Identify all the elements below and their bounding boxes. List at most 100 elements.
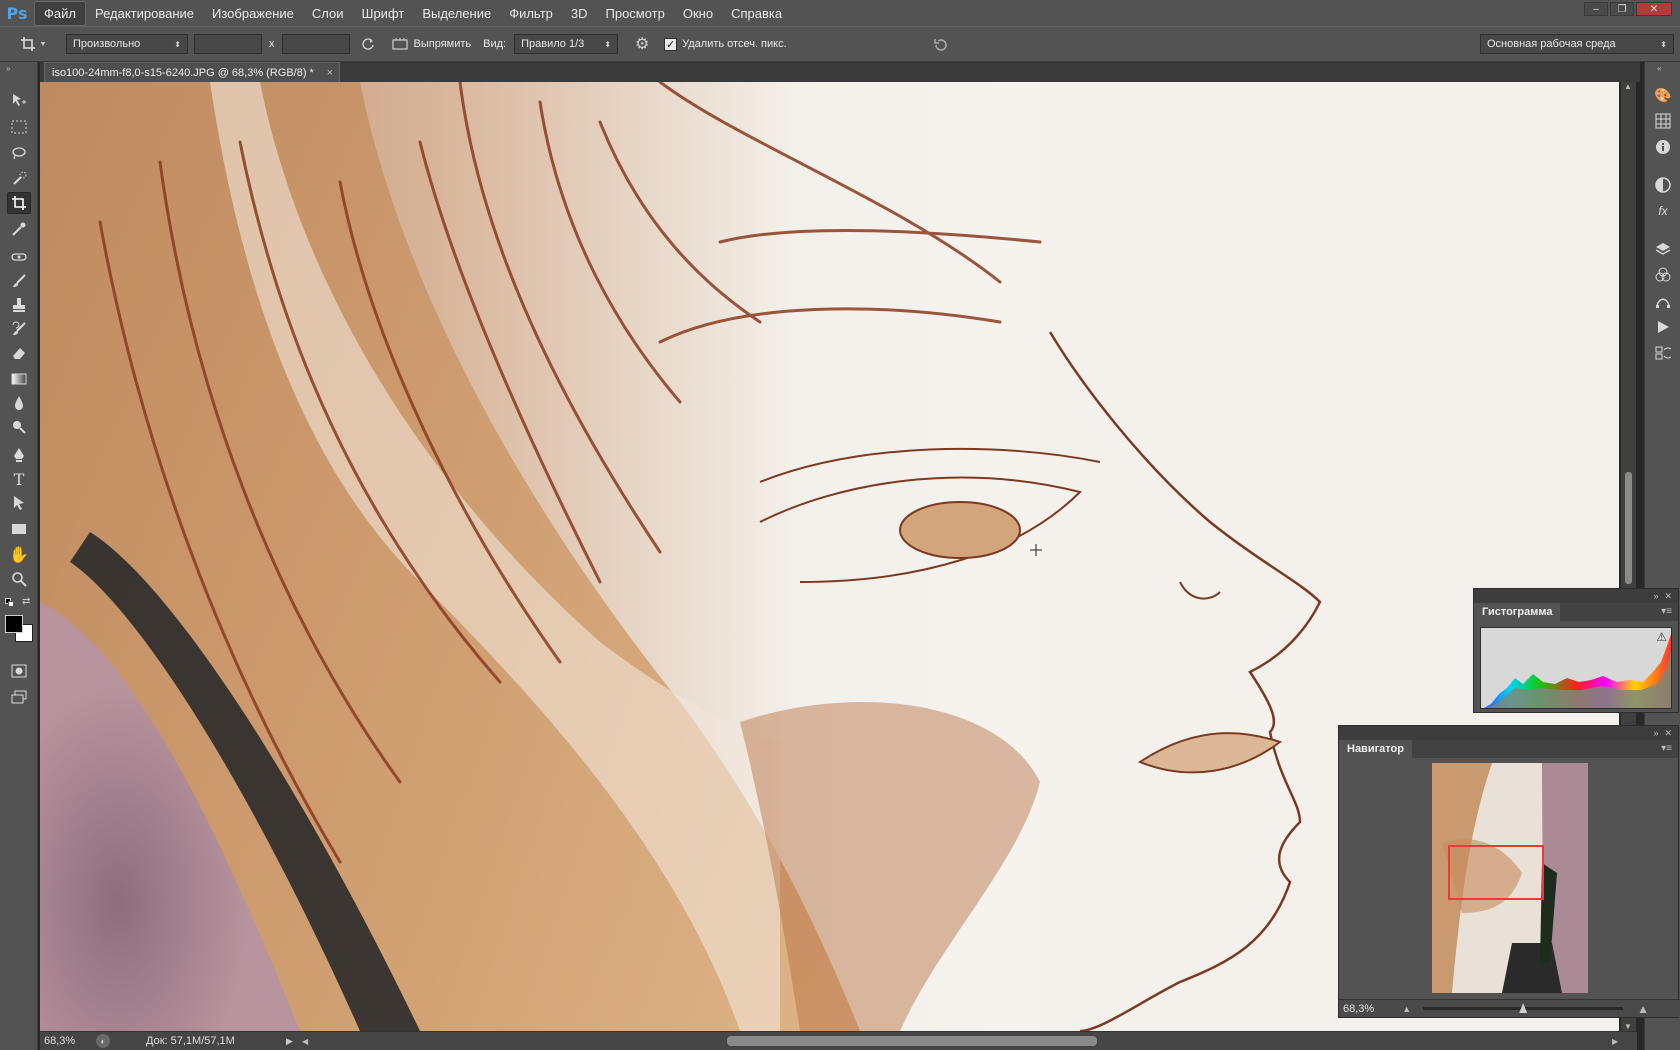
eyedropper-tool-icon[interactable] bbox=[7, 218, 31, 240]
settings-gear-icon[interactable]: ⚙ bbox=[628, 32, 656, 56]
marquee-tool-icon[interactable] bbox=[7, 116, 31, 138]
type-tool-icon[interactable]: T bbox=[7, 468, 31, 490]
panel-menu-icon[interactable]: ▾≡ bbox=[1661, 743, 1672, 754]
cache-warning-icon[interactable]: ⚠ bbox=[1656, 630, 1667, 644]
panel-header: » ✕ bbox=[1474, 589, 1678, 603]
quick-selection-tool-icon[interactable] bbox=[7, 168, 31, 190]
status-menu-arrow-icon[interactable]: ▶ bbox=[286, 1036, 293, 1047]
status-zoom[interactable]: 68,3% bbox=[44, 1035, 92, 1047]
actions-play-icon[interactable] bbox=[1651, 316, 1675, 338]
menu-file[interactable]: Файл bbox=[34, 0, 86, 26]
menu-view[interactable]: Просмотр bbox=[597, 2, 674, 25]
zoom-tool-icon[interactable] bbox=[7, 568, 31, 590]
zoom-in-icon[interactable]: ▲ bbox=[1637, 1002, 1649, 1016]
document-tab[interactable]: iso100-24mm-f8,0-s15-6240.JPG @ 68,3% (R… bbox=[44, 62, 340, 82]
panel-collapse-icon[interactable]: » bbox=[1653, 728, 1658, 738]
menu-window[interactable]: Окно bbox=[674, 2, 722, 25]
navigator-panel: » ✕ Навигатор ▾≡ 68,3% ▲ ▲ bbox=[1338, 725, 1680, 1018]
menu-image[interactable]: Изображение bbox=[203, 2, 303, 25]
scroll-right-icon[interactable]: ▶ bbox=[1612, 1037, 1618, 1046]
workspace-select[interactable]: Основная рабочая среда ⬍ bbox=[1480, 34, 1674, 54]
panel-collapse-icon[interactable]: » bbox=[6, 64, 10, 73]
default-colors-icon[interactable] bbox=[5, 598, 15, 608]
ratio-select[interactable]: Произвольно ⬍ bbox=[66, 34, 188, 54]
navigator-view-box[interactable] bbox=[1448, 845, 1544, 900]
menu-3d[interactable]: 3D bbox=[562, 2, 597, 25]
scroll-left-icon[interactable]: ◀ bbox=[302, 1037, 308, 1046]
vertical-scroll-thumb[interactable] bbox=[1625, 472, 1632, 584]
height-field[interactable] bbox=[281, 34, 350, 54]
zoom-out-icon[interactable]: ▲ bbox=[1402, 1004, 1411, 1014]
panel-close-icon[interactable]: ✕ bbox=[1664, 591, 1672, 602]
menu-help[interactable]: Справка bbox=[722, 2, 791, 25]
navigator-zoom-value[interactable]: 68,3% bbox=[1343, 1003, 1374, 1015]
dock-collapse-icon[interactable]: « bbox=[1657, 64, 1661, 73]
panel-menu-icon[interactable]: ▾≡ bbox=[1661, 606, 1672, 617]
zoom-slider-thumb[interactable] bbox=[1519, 1003, 1528, 1013]
tab-close-icon[interactable]: × bbox=[327, 67, 333, 79]
swatches-icon[interactable]: 🎨 bbox=[1651, 84, 1675, 106]
navigator-zoom-slider[interactable] bbox=[1423, 1003, 1624, 1013]
dodge-tool-icon[interactable] bbox=[7, 416, 31, 438]
menu-edit[interactable]: Редактирование bbox=[86, 2, 203, 25]
scroll-down-icon[interactable]: ▼ bbox=[1624, 1022, 1632, 1031]
delete-cropped-label: Удалить отсеч. пикс. bbox=[682, 38, 787, 50]
paths-icon[interactable] bbox=[1651, 290, 1675, 312]
scroll-up-icon[interactable]: ▲ bbox=[1624, 82, 1632, 91]
window-controls: – ❐ ✕ bbox=[1584, 2, 1672, 16]
lasso-tool-icon[interactable] bbox=[7, 142, 31, 164]
clone-stamp-tool-icon[interactable] bbox=[7, 294, 31, 316]
screen-mode-icon[interactable] bbox=[7, 686, 31, 708]
info-icon[interactable] bbox=[1651, 136, 1675, 158]
panel-collapse-icon[interactable]: » bbox=[1653, 591, 1658, 601]
rectangle-tool-icon[interactable] bbox=[7, 518, 31, 540]
crop-tool-icon[interactable] bbox=[7, 192, 31, 214]
navigator-thumbnail[interactable] bbox=[1432, 763, 1588, 993]
panel-tab-row: Навигатор ▾≡ bbox=[1339, 740, 1678, 758]
checkbox-check-icon: ✓ bbox=[664, 37, 678, 51]
times-label: x bbox=[269, 38, 275, 50]
hand-tool-icon[interactable]: ✋ bbox=[7, 544, 31, 566]
styles-fx-icon[interactable]: fx bbox=[1651, 200, 1675, 222]
history-icon[interactable] bbox=[1651, 342, 1675, 364]
path-selection-tool-icon[interactable] bbox=[7, 492, 31, 514]
minimize-button[interactable]: – bbox=[1584, 2, 1608, 16]
view-label: Вид: bbox=[483, 38, 507, 50]
crop-tool-preset-icon[interactable]: ▼ bbox=[10, 31, 56, 57]
foreground-color-swatch[interactable] bbox=[5, 615, 23, 633]
panel-close-icon[interactable]: ✕ bbox=[1664, 728, 1672, 739]
restore-button[interactable]: ❐ bbox=[1610, 2, 1634, 16]
close-button[interactable]: ✕ bbox=[1636, 2, 1672, 16]
status-bar: 68,3% ◐ Док: 57,1M/57,1M ▶ ◀ ▶ bbox=[40, 1031, 1637, 1050]
move-tool-icon[interactable] bbox=[7, 90, 31, 112]
reset-icon[interactable] bbox=[930, 34, 952, 56]
delete-cropped-checkbox[interactable]: ✓ Удалить отсеч. пикс. bbox=[664, 37, 787, 51]
grid-icon[interactable] bbox=[1651, 110, 1675, 132]
horizontal-scroll-thumb[interactable] bbox=[727, 1036, 1097, 1046]
history-brush-tool-icon[interactable] bbox=[7, 318, 31, 340]
pen-tool-icon[interactable] bbox=[7, 444, 31, 466]
menu-bar: Ps Файл Редактирование Изображение Слои … bbox=[0, 0, 1680, 26]
menu-layers[interactable]: Слои bbox=[303, 2, 353, 25]
straighten-button[interactable]: Выпрямить bbox=[391, 37, 471, 51]
width-field[interactable] bbox=[194, 34, 262, 54]
swap-colors-icon[interactable]: ⇄ bbox=[22, 596, 30, 607]
tab-histogram[interactable]: Гистограмма bbox=[1474, 603, 1561, 621]
menu-filter[interactable]: Фильтр bbox=[500, 2, 562, 25]
view-select[interactable]: Правило 1/3 ⬍ bbox=[514, 34, 619, 54]
status-info-icon[interactable]: ◐ bbox=[96, 1034, 110, 1048]
adjustments-icon[interactable] bbox=[1651, 174, 1675, 196]
quick-mask-icon[interactable] bbox=[7, 660, 31, 682]
panel-header: » ✕ bbox=[1339, 726, 1678, 740]
brush-tool-icon[interactable] bbox=[7, 270, 31, 292]
eraser-tool-icon[interactable] bbox=[7, 342, 31, 364]
swap-dimensions-icon[interactable] bbox=[356, 32, 380, 56]
layers-icon[interactable] bbox=[1651, 238, 1675, 260]
blur-tool-icon[interactable] bbox=[7, 392, 31, 414]
tab-navigator[interactable]: Навигатор bbox=[1339, 740, 1412, 758]
menu-type[interactable]: Шрифт bbox=[353, 2, 414, 25]
spot-healing-tool-icon[interactable] bbox=[7, 246, 31, 268]
channels-icon[interactable] bbox=[1651, 264, 1675, 286]
gradient-tool-icon[interactable] bbox=[7, 368, 31, 390]
menu-select[interactable]: Выделение bbox=[413, 2, 500, 25]
